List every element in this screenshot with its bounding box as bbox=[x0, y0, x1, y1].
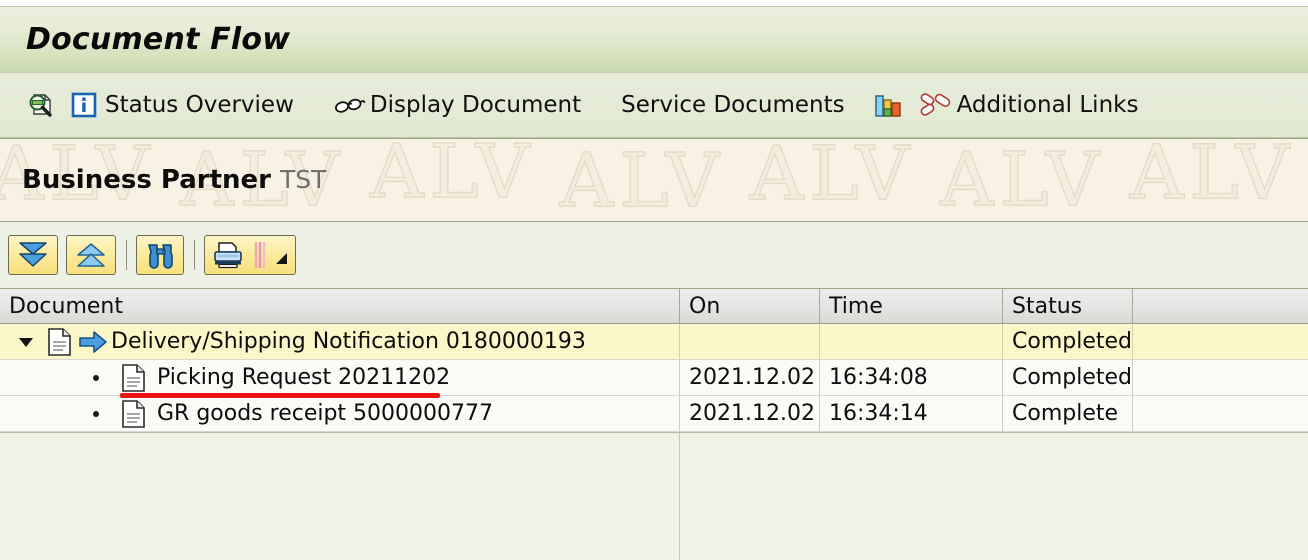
glasses-icon bbox=[334, 93, 366, 117]
table-empty-area-divider bbox=[679, 433, 680, 560]
business-partner-title: Business Partner bbox=[22, 165, 271, 195]
column-header-document[interactable]: Document bbox=[0, 289, 680, 323]
service-documents-button[interactable]: Service Documents bbox=[618, 82, 847, 128]
row-on-cell[interactable] bbox=[680, 324, 820, 359]
page-title: Document Flow bbox=[26, 22, 291, 57]
table-row[interactable]: Delivery/Shipping Notification 018000019… bbox=[0, 324, 1308, 360]
alv-toolbar bbox=[0, 222, 1308, 288]
double-up-arrow-icon bbox=[74, 240, 108, 270]
application-toolbar: Status Overview Display Document Service… bbox=[0, 72, 1308, 138]
column-header-time[interactable]: Time bbox=[820, 289, 1003, 323]
row-time-cell[interactable]: 16:34:08 bbox=[820, 360, 1003, 395]
document-flow-window: Document Flow Status Overview Display Do… bbox=[0, 0, 1308, 560]
status-overview-label: Status Overview bbox=[105, 92, 294, 118]
printer-icon bbox=[211, 240, 245, 270]
dropdown-arrow-icon[interactable] bbox=[275, 240, 289, 270]
row-document-cell[interactable]: GR goods receipt 5000000777 bbox=[0, 396, 680, 431]
find-button[interactable] bbox=[136, 235, 184, 275]
document-icon bbox=[117, 399, 149, 429]
document-search-icon bbox=[25, 90, 55, 120]
info-icon bbox=[71, 92, 97, 118]
table-header-row: Document On Time Status bbox=[0, 289, 1308, 324]
row-blank-cell[interactable] bbox=[1133, 360, 1308, 395]
red-underline-annotation bbox=[120, 393, 440, 398]
document-flow-table: Document On Time Status Delivery/Shippin… bbox=[0, 288, 1308, 560]
service-documents-chart-button[interactable] bbox=[870, 82, 906, 128]
table-row[interactable]: Picking Request 20211202 2021.12.02 16:3… bbox=[0, 360, 1308, 398]
document-icon bbox=[43, 327, 75, 357]
status-overview-button[interactable]: Status Overview bbox=[68, 82, 297, 128]
row-document-cell[interactable]: Picking Request 20211202 bbox=[0, 360, 680, 395]
expand-collapse-twisty-icon[interactable] bbox=[9, 333, 43, 351]
window-title-bar: Document Flow bbox=[0, 6, 1308, 72]
column-header-status[interactable]: Status bbox=[1003, 289, 1133, 323]
table-empty-area bbox=[0, 432, 1308, 560]
service-documents-label: Service Documents bbox=[621, 92, 845, 118]
display-detail-button[interactable] bbox=[22, 82, 58, 128]
print-variant-icon bbox=[251, 240, 273, 270]
table-row[interactable]: GR goods receipt 5000000777 2021.12.02 1… bbox=[0, 396, 1308, 432]
row-time-cell[interactable] bbox=[820, 324, 1003, 359]
column-header-on[interactable]: On bbox=[680, 289, 820, 323]
print-preview-button[interactable] bbox=[204, 235, 296, 275]
child-node-bullet-icon bbox=[93, 410, 99, 417]
forward-arrow-icon bbox=[75, 329, 111, 355]
expand-all-button[interactable] bbox=[8, 235, 58, 275]
row-status-cell[interactable]: Completed bbox=[1003, 360, 1133, 395]
business-partner-subtitle: TST bbox=[279, 165, 327, 194]
row-document-label: Picking Request 20211202 bbox=[157, 365, 451, 390]
row-on-cell[interactable]: 2021.12.02 bbox=[680, 396, 820, 431]
toolbar-separator-1 bbox=[126, 240, 127, 270]
row-document-label: GR goods receipt 5000000777 bbox=[157, 401, 494, 426]
additional-links-label: Additional Links bbox=[956, 92, 1139, 118]
context-title-group: Business Partner TST bbox=[22, 165, 326, 195]
row-document-cell[interactable]: Delivery/Shipping Notification 018000019… bbox=[0, 324, 680, 359]
context-band: ALV ALV Business PartnerTST bbox=[0, 138, 1308, 222]
display-document-label: Display Document bbox=[369, 92, 582, 118]
collapse-all-button[interactable] bbox=[66, 235, 116, 275]
binoculars-icon bbox=[144, 240, 176, 270]
links-icon bbox=[919, 92, 951, 118]
child-node-bullet-icon bbox=[93, 374, 99, 381]
row-document-label: Delivery/Shipping Notification 018000019… bbox=[111, 329, 586, 354]
row-status-cell[interactable]: Completed bbox=[1003, 324, 1133, 359]
row-time-cell[interactable]: 16:34:14 bbox=[820, 396, 1003, 431]
display-document-button[interactable]: Display Document bbox=[331, 82, 584, 128]
toolbar-separator-2 bbox=[194, 240, 195, 270]
row-blank-cell[interactable] bbox=[1133, 396, 1308, 431]
document-icon bbox=[117, 363, 149, 393]
column-header-blank[interactable] bbox=[1133, 289, 1308, 323]
additional-links-button[interactable]: Additional Links bbox=[916, 82, 1142, 128]
double-down-arrow-icon bbox=[16, 240, 50, 270]
row-blank-cell[interactable] bbox=[1133, 324, 1308, 359]
row-on-cell[interactable]: 2021.12.02 bbox=[680, 360, 820, 395]
bar-chart-icon bbox=[873, 91, 903, 119]
row-status-cell[interactable]: Complete bbox=[1003, 396, 1133, 431]
